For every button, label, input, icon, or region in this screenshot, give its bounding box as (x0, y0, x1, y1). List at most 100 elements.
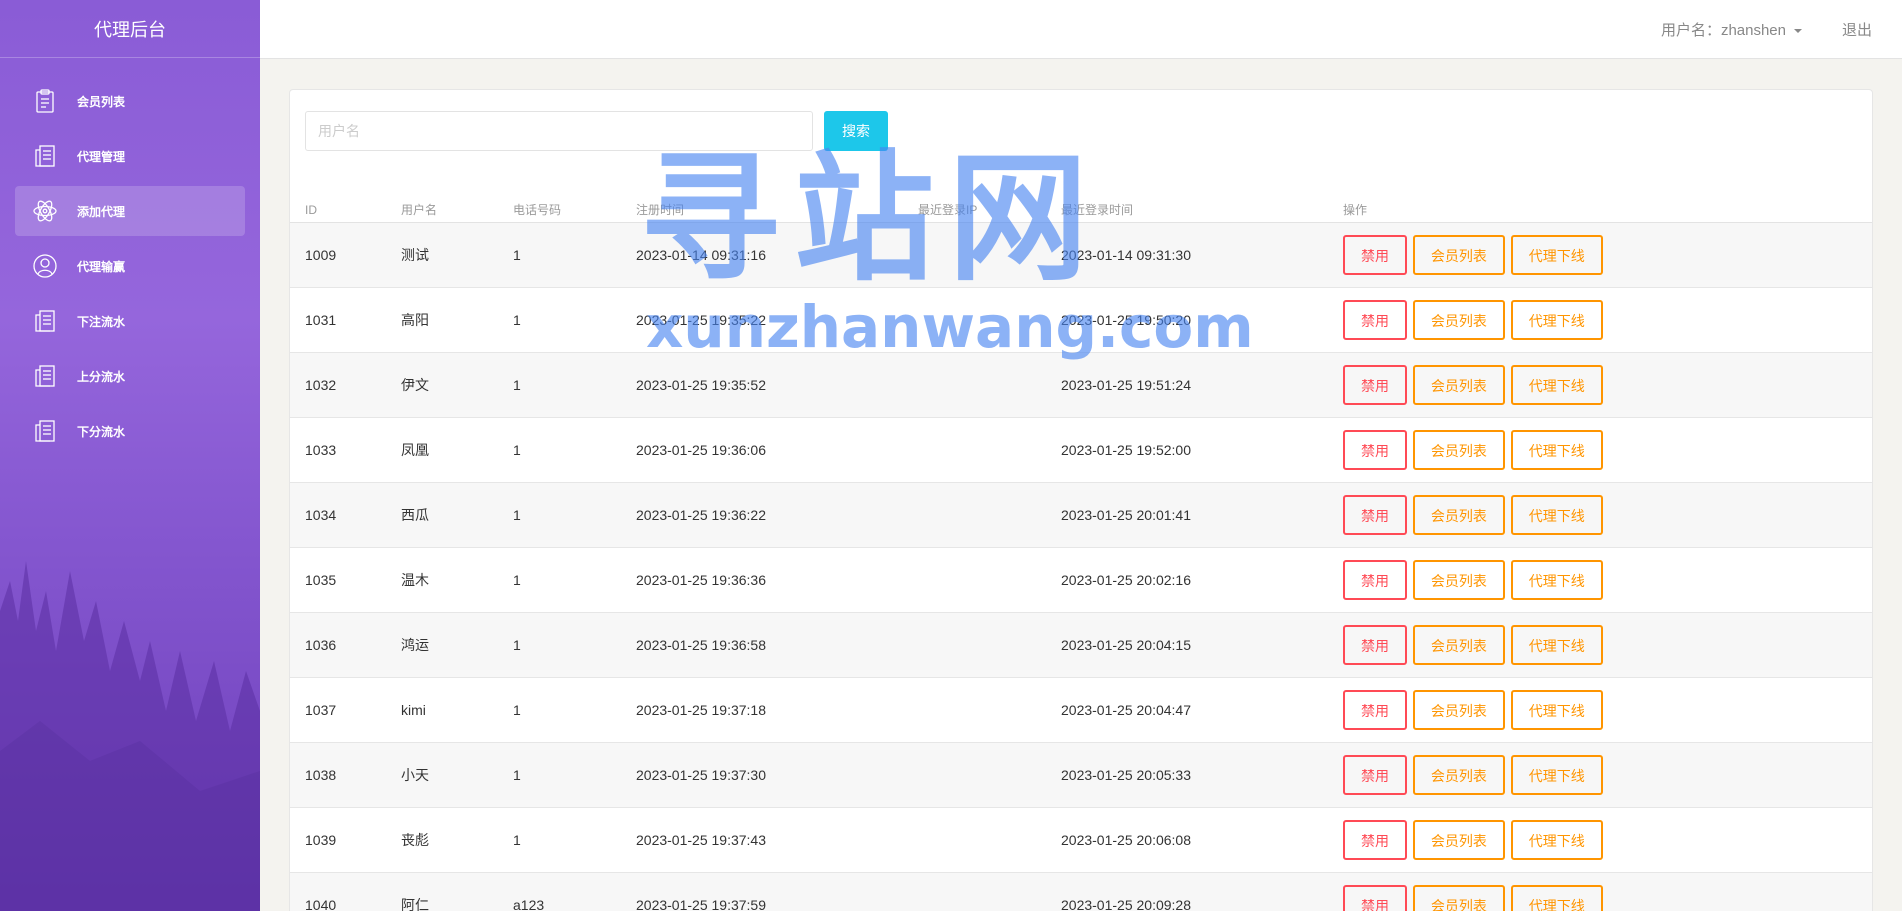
agent-offline-button[interactable]: 代理下线 (1510, 429, 1603, 470)
disable-button[interactable]: 禁用 (1343, 689, 1407, 730)
disable-button[interactable]: 禁用 (1343, 819, 1407, 860)
cell-register-time: 2023-01-25 19:36:58 (621, 612, 903, 678)
sidebar-item-label: 代理管理 (77, 149, 126, 164)
cell-actions: 禁用 会员列表 代理下线 (1328, 872, 1872, 911)
member-list-button[interactable]: 会员列表 (1412, 494, 1505, 535)
disable-button[interactable]: 禁用 (1343, 429, 1407, 470)
sidebar: 代理后台 会员列表 代理管理 添加代理 代理输赢 下注流水 上分流水 下分流水 (0, 0, 260, 911)
document-list-icon (31, 362, 59, 390)
column-header-last-login-time: 最近登录时间 (1046, 198, 1328, 223)
clipboard-icon (31, 87, 59, 115)
user-circle-icon (31, 252, 59, 280)
cell-last-login-time: 2023-01-25 20:05:33 (1046, 742, 1328, 808)
sidebar-item-agent-management[interactable]: 代理管理 (15, 131, 245, 181)
sidebar-item-deposit-flow[interactable]: 上分流水 (15, 351, 245, 401)
table-row: 1039 丧彪 1 2023-01-25 19:37:43 2023-01-25… (290, 807, 1872, 873)
cell-phone: 1 (498, 352, 621, 418)
document-list-icon (31, 307, 59, 335)
member-list-button[interactable]: 会员列表 (1412, 364, 1505, 405)
cell-register-time: 2023-01-25 19:37:30 (621, 742, 903, 808)
member-list-button[interactable]: 会员列表 (1412, 299, 1505, 340)
sidebar-item-label: 下分流水 (77, 424, 126, 439)
document-list-icon (31, 142, 59, 170)
agent-offline-button[interactable]: 代理下线 (1510, 754, 1603, 795)
logout-link[interactable]: 退出 (1842, 19, 1872, 40)
cell-actions: 禁用 会员列表 代理下线 (1328, 612, 1872, 678)
cell-username: 高阳 (386, 287, 498, 353)
sidebar-item-withdraw-flow[interactable]: 下分流水 (15, 406, 245, 456)
agent-offline-button[interactable]: 代理下线 (1510, 884, 1603, 911)
sidebar-item-add-agent[interactable]: 添加代理 (15, 186, 245, 236)
cell-register-time: 2023-01-25 19:37:59 (621, 872, 903, 911)
sidebar-item-bet-flow[interactable]: 下注流水 (15, 296, 245, 346)
disable-button[interactable]: 禁用 (1343, 364, 1407, 405)
member-list-button[interactable]: 会员列表 (1412, 884, 1505, 911)
agent-offline-button[interactable]: 代理下线 (1510, 689, 1603, 730)
member-list-button[interactable]: 会员列表 (1412, 689, 1505, 730)
user-menu[interactable]: 用户名：zhanshen (1661, 19, 1802, 40)
cell-actions: 禁用 会员列表 代理下线 (1328, 287, 1872, 353)
agent-offline-button[interactable]: 代理下线 (1510, 234, 1603, 275)
disable-button[interactable]: 禁用 (1343, 234, 1407, 275)
cell-id: 1009 (290, 222, 386, 288)
sidebar-item-member-list[interactable]: 会员列表 (15, 76, 245, 126)
sidebar-item-label: 会员列表 (77, 94, 126, 109)
cell-last-login-time: 2023-01-25 20:01:41 (1046, 482, 1328, 548)
cell-phone: 1 (498, 482, 621, 548)
agent-offline-button[interactable]: 代理下线 (1510, 299, 1603, 340)
table-row: 1033 凤凰 1 2023-01-25 19:36:06 2023-01-25… (290, 417, 1872, 483)
agent-offline-button[interactable]: 代理下线 (1510, 624, 1603, 665)
member-list-button[interactable]: 会员列表 (1412, 234, 1505, 275)
disable-button[interactable]: 禁用 (1343, 624, 1407, 665)
cell-last-login-ip (903, 222, 1046, 288)
table-row: 1035 温木 1 2023-01-25 19:36:36 2023-01-25… (290, 547, 1872, 613)
cell-last-login-time: 2023-01-25 20:02:16 (1046, 547, 1328, 613)
cell-phone: 1 (498, 612, 621, 678)
sidebar-item-agent-win-loss[interactable]: 代理输赢 (15, 241, 245, 291)
table-row: 1034 西瓜 1 2023-01-25 19:36:22 2023-01-25… (290, 482, 1872, 548)
sidebar-item-label: 代理输赢 (77, 259, 126, 274)
table-row: 1009 测试 1 2023-01-14 09:31:16 2023-01-14… (290, 222, 1872, 288)
cell-last-login-time: 2023-01-25 19:50:20 (1046, 287, 1328, 353)
cell-phone: 1 (498, 222, 621, 288)
cell-id: 1032 (290, 352, 386, 418)
cell-last-login-time: 2023-01-25 20:04:47 (1046, 677, 1328, 743)
cell-last-login-ip (903, 742, 1046, 808)
cell-register-time: 2023-01-14 09:31:16 (621, 222, 903, 288)
cell-last-login-time: 2023-01-25 19:51:24 (1046, 352, 1328, 418)
member-list-button[interactable]: 会员列表 (1412, 819, 1505, 860)
column-header-actions: 操作 (1328, 198, 1872, 223)
disable-button[interactable]: 禁用 (1343, 754, 1407, 795)
agent-offline-button[interactable]: 代理下线 (1510, 559, 1603, 600)
disable-button[interactable]: 禁用 (1343, 494, 1407, 535)
agent-offline-button[interactable]: 代理下线 (1510, 364, 1603, 405)
sidebar-nav: 会员列表 代理管理 添加代理 代理输赢 下注流水 上分流水 下分流水 (0, 76, 260, 456)
member-list-button[interactable]: 会员列表 (1412, 624, 1505, 665)
top-header: 用户名：zhanshen 退出 (260, 0, 1902, 59)
atom-icon (31, 197, 59, 225)
agent-offline-button[interactable]: 代理下线 (1510, 494, 1603, 535)
table-row: 1036 鸿运 1 2023-01-25 19:36:58 2023-01-25… (290, 612, 1872, 678)
cell-username: 阿仁 (386, 872, 498, 911)
cell-username: 西瓜 (386, 482, 498, 548)
agent-offline-button[interactable]: 代理下线 (1510, 819, 1603, 860)
username-search-input[interactable] (305, 111, 813, 151)
disable-button[interactable]: 禁用 (1343, 884, 1407, 911)
member-list-button[interactable]: 会员列表 (1412, 559, 1505, 600)
cell-id: 1039 (290, 807, 386, 873)
member-list-button[interactable]: 会员列表 (1412, 754, 1505, 795)
search-button[interactable]: 搜索 (824, 111, 888, 151)
cell-username: 丧彪 (386, 807, 498, 873)
agent-table-card: 搜索 ID 用户名 电话号码 注册时间 最近登录IP 最近登录时间 操作 100… (289, 89, 1873, 911)
cell-actions: 禁用 会员列表 代理下线 (1328, 482, 1872, 548)
disable-button[interactable]: 禁用 (1343, 299, 1407, 340)
cell-username: 测试 (386, 222, 498, 288)
disable-button[interactable]: 禁用 (1343, 559, 1407, 600)
cell-id: 1033 (290, 417, 386, 483)
cell-phone: 1 (498, 677, 621, 743)
cell-id: 1031 (290, 287, 386, 353)
cell-last-login-ip (903, 677, 1046, 743)
member-list-button[interactable]: 会员列表 (1412, 429, 1505, 470)
cell-phone: 1 (498, 547, 621, 613)
caret-down-icon (1794, 29, 1802, 34)
